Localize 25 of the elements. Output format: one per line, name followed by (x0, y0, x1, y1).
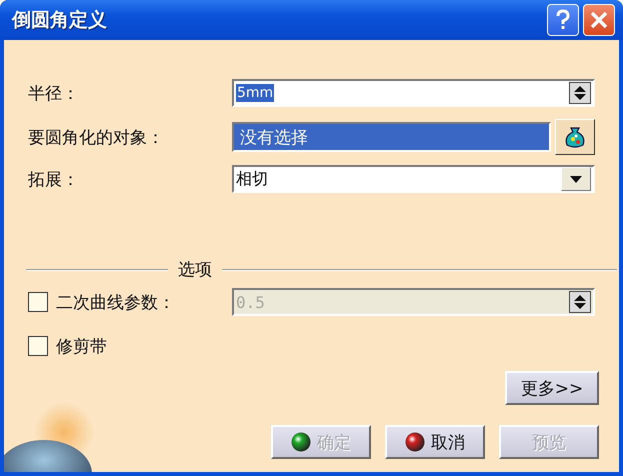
selection-field[interactable]: 没有选择 (232, 122, 551, 152)
checkbox[interactable] (28, 336, 48, 356)
spin-arrows-icon (572, 85, 588, 101)
dropdown-button[interactable] (561, 167, 591, 191)
ball-icon (405, 432, 425, 452)
field-label: 要圆角化的对象： (28, 126, 165, 148)
spin-arrows-icon (572, 294, 588, 310)
caret-icon (570, 176, 582, 182)
checkbox-label: 修剪带 (56, 336, 107, 358)
radius-input[interactable]: 5mm (232, 79, 595, 107)
ball-icon (291, 432, 311, 452)
cancel-button[interactable]: 取消 (385, 425, 485, 459)
window-title: 倒圆角定义 (12, 8, 107, 33)
more-button[interactable]: 更多>> (505, 371, 599, 405)
close-button[interactable] (583, 4, 615, 36)
checkbox-label: 二次曲线参数： (56, 292, 176, 314)
spin-button[interactable] (569, 82, 591, 104)
help-button[interactable] (547, 4, 579, 36)
field-label: 半径： (28, 82, 80, 104)
question-mark-icon (555, 9, 571, 31)
dropdown-field[interactable]: 相切 (232, 165, 595, 193)
field-label: 拓展： (28, 168, 80, 190)
section-title: 选项 (178, 259, 212, 281)
close-icon (590, 11, 608, 29)
selection-button[interactable] (555, 119, 595, 155)
